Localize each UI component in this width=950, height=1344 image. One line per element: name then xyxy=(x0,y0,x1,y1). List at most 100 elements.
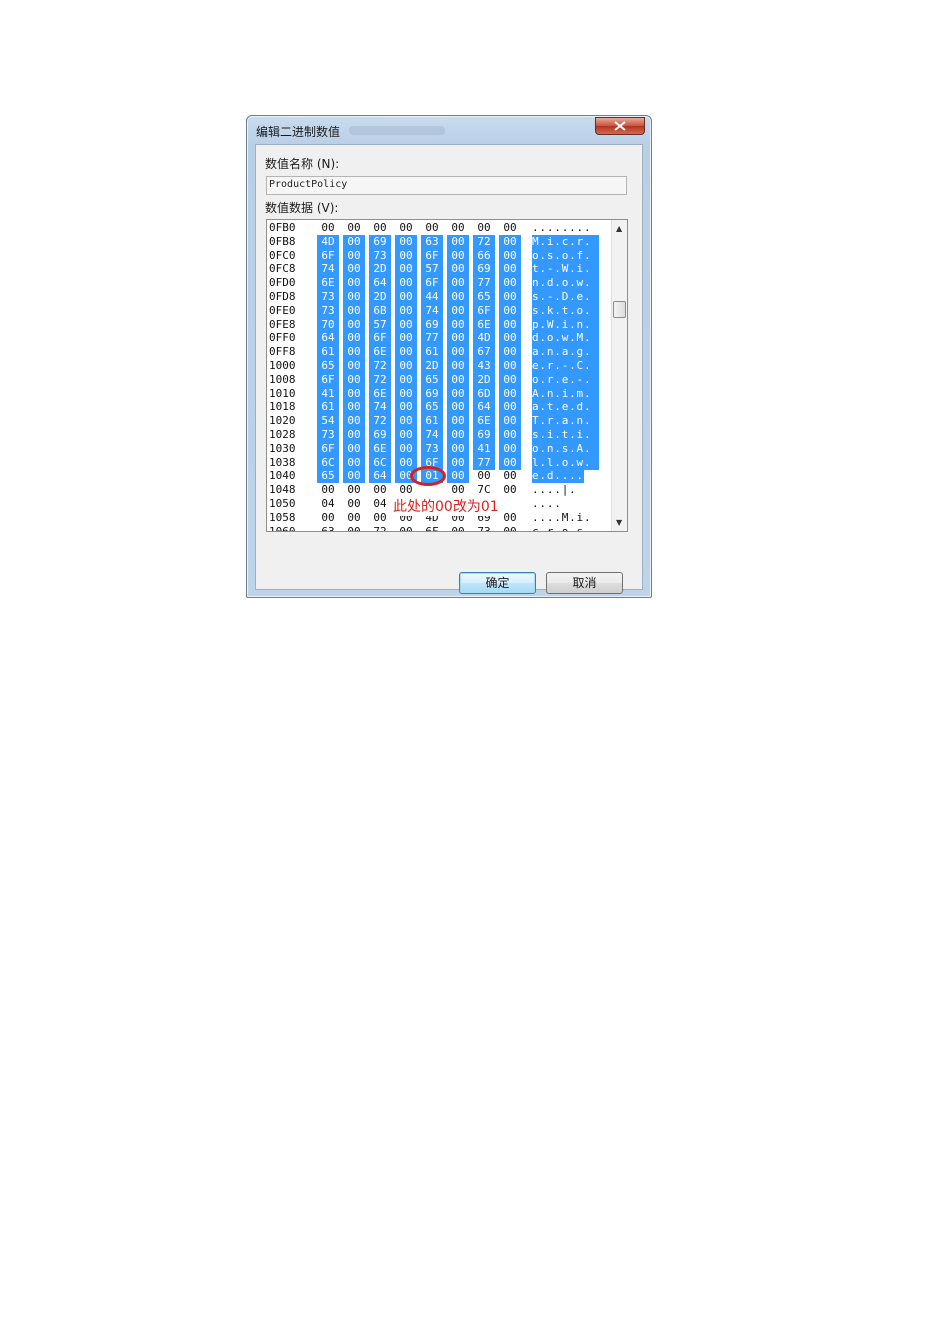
hex-byte[interactable]: 00 xyxy=(499,248,521,263)
hex-byte[interactable]: 54 xyxy=(317,414,339,429)
hex-byte[interactable]: 00 xyxy=(499,483,521,497)
hex-byte[interactable]: 6F xyxy=(421,248,443,263)
hex-byte[interactable]: 00 xyxy=(447,469,469,484)
hex-byte[interactable]: 6B xyxy=(369,303,391,318)
hex-byte[interactable]: 00 xyxy=(395,455,417,470)
hex-byte[interactable]: 6C xyxy=(369,455,391,470)
hex-byte[interactable]: 00 xyxy=(447,386,469,401)
hex-row[interactable]: 0FE8 70 00 57 00 69 00 6E 00 p.W.i.n. xyxy=(267,317,612,332)
hex-row[interactable]: 0FD0 6E 00 64 00 6F 00 77 00 n.d.o.w. xyxy=(267,276,612,291)
hex-row[interactable]: 1028 73 00 69 00 74 00 69 00 s.i.t.i. xyxy=(267,428,612,442)
hex-byte[interactable]: 00 xyxy=(369,221,391,235)
hex-byte[interactable]: 00 xyxy=(499,359,521,373)
hex-byte[interactable]: 00 xyxy=(447,359,469,373)
hex-byte[interactable]: 72 xyxy=(369,414,391,429)
hex-byte[interactable]: 72 xyxy=(369,525,391,531)
hex-byte[interactable]: 00 xyxy=(369,511,391,525)
hex-byte[interactable]: 6E xyxy=(369,386,391,401)
hex-byte[interactable]: 00 xyxy=(343,428,365,442)
hex-byte[interactable]: 69 xyxy=(369,428,391,442)
hex-byte[interactable]: 69 xyxy=(421,317,443,332)
hex-byte[interactable]: 00 xyxy=(499,469,521,483)
hex-byte[interactable]: 00 xyxy=(343,525,365,531)
hex-byte[interactable] xyxy=(499,497,521,511)
hex-byte[interactable]: 00 xyxy=(421,221,443,235)
hex-byte[interactable]: 00 xyxy=(447,303,469,318)
hex-byte[interactable]: 00 xyxy=(499,331,521,346)
hex-row[interactable]: 0FF0 64 00 6F 00 77 00 4D 00 d.o.w.M. xyxy=(267,331,612,346)
hex-byte[interactable]: 00 xyxy=(343,317,365,332)
hex-byte[interactable]: 00 xyxy=(447,234,469,249)
hex-byte[interactable]: 00 xyxy=(499,428,521,442)
hex-byte[interactable]: 00 xyxy=(499,400,521,415)
hex-byte[interactable]: 73 xyxy=(421,441,443,456)
hex-byte[interactable]: 4D xyxy=(317,234,339,249)
hex-byte[interactable]: 65 xyxy=(317,359,339,373)
hex-byte[interactable]: 73 xyxy=(317,290,339,304)
hex-row[interactable]: 1020 54 00 72 00 61 00 6E 00 T.r.a.n. xyxy=(267,414,612,429)
hex-byte[interactable]: 00 xyxy=(395,525,417,531)
hex-byte[interactable]: 69 xyxy=(473,428,495,442)
hex-byte[interactable]: 00 xyxy=(343,331,365,346)
hex-byte[interactable]: 00 xyxy=(343,359,365,373)
hex-byte[interactable]: 66 xyxy=(473,248,495,263)
hex-byte[interactable]: 00 xyxy=(317,221,339,235)
hex-byte[interactable]: 2D xyxy=(473,372,495,387)
hex-byte[interactable]: 00 xyxy=(343,290,365,304)
hex-byte[interactable]: 00 xyxy=(499,234,521,249)
hex-byte[interactable]: 6E xyxy=(473,414,495,429)
hex-byte[interactable]: 73 xyxy=(473,525,495,531)
hex-byte[interactable]: 6F xyxy=(473,303,495,318)
hex-byte[interactable]: 00 xyxy=(343,262,365,277)
hex-byte[interactable]: 77 xyxy=(421,331,443,346)
hex-byte[interactable]: 64 xyxy=(317,331,339,346)
hex-byte[interactable]: 00 xyxy=(317,483,339,497)
hex-byte[interactable]: 00 xyxy=(499,317,521,332)
hex-byte[interactable]: 00 xyxy=(447,248,469,263)
hex-byte[interactable]: 00 xyxy=(343,441,365,456)
vertical-scrollbar[interactable]: ▲ ▼ xyxy=(611,220,627,531)
hex-byte[interactable]: 4D xyxy=(473,331,495,346)
hex-byte[interactable]: 00 xyxy=(343,248,365,263)
hex-byte[interactable]: 00 xyxy=(499,221,521,235)
hex-byte[interactable]: 67 xyxy=(473,345,495,360)
cancel-button[interactable]: 取消 xyxy=(546,572,623,594)
hex-byte[interactable]: 00 xyxy=(395,303,417,318)
hex-byte[interactable]: 74 xyxy=(369,400,391,415)
hex-row[interactable]: 0FB0 00 00 00 00 00 00 00 00........ xyxy=(267,221,612,235)
hex-row[interactable]: 0FF8 61 00 6E 00 61 00 67 00 a.n.a.g. xyxy=(267,345,612,360)
hex-byte[interactable]: 73 xyxy=(369,248,391,263)
hex-byte[interactable]: 61 xyxy=(317,400,339,415)
hex-byte[interactable]: 00 xyxy=(499,511,521,525)
hex-byte[interactable]: 00 xyxy=(499,303,521,318)
hex-byte[interactable]: 00 xyxy=(447,428,469,442)
hex-byte[interactable]: 00 xyxy=(343,234,365,249)
hex-byte[interactable]: 61 xyxy=(421,414,443,429)
hex-byte[interactable]: 6E xyxy=(317,276,339,291)
hex-byte[interactable]: 00 xyxy=(447,276,469,291)
hex-byte[interactable]: 04 xyxy=(369,497,391,511)
hex-byte[interactable]: 00 xyxy=(499,290,521,304)
hex-byte[interactable]: 00 xyxy=(447,317,469,332)
hex-byte[interactable]: 00 xyxy=(499,525,521,531)
hex-byte[interactable]: 74 xyxy=(421,428,443,442)
hex-byte[interactable]: 6F xyxy=(421,276,443,291)
hex-byte[interactable]: 64 xyxy=(369,469,391,484)
hex-byte[interactable]: 72 xyxy=(369,359,391,373)
hex-editor[interactable]: ▲ ▼ 0FB0 00 00 00 00 00 00 00 00........ 0FB8 4D 00… xyxy=(266,219,628,532)
hex-byte[interactable]: 57 xyxy=(421,262,443,277)
scroll-down-icon[interactable]: ▼ xyxy=(616,518,622,527)
hex-byte[interactable]: 00 xyxy=(395,414,417,429)
hex-byte[interactable]: 00 xyxy=(473,221,495,235)
hex-row[interactable]: 1030 6F 00 6E 00 73 00 41 00 o.n.s.A. xyxy=(267,441,612,456)
hex-byte[interactable]: 00 xyxy=(447,441,469,456)
ok-button[interactable]: 确定 xyxy=(459,572,536,594)
hex-byte[interactable]: 00 xyxy=(499,345,521,360)
hex-byte[interactable]: 00 xyxy=(395,331,417,346)
hex-byte[interactable]: 00 xyxy=(395,372,417,387)
hex-byte[interactable]: 00 xyxy=(447,290,469,304)
hex-byte[interactable]: 00 xyxy=(499,372,521,387)
hex-byte[interactable]: 00 xyxy=(343,455,365,470)
hex-byte[interactable]: 00 xyxy=(343,386,365,401)
hex-byte[interactable]: 70 xyxy=(317,317,339,332)
